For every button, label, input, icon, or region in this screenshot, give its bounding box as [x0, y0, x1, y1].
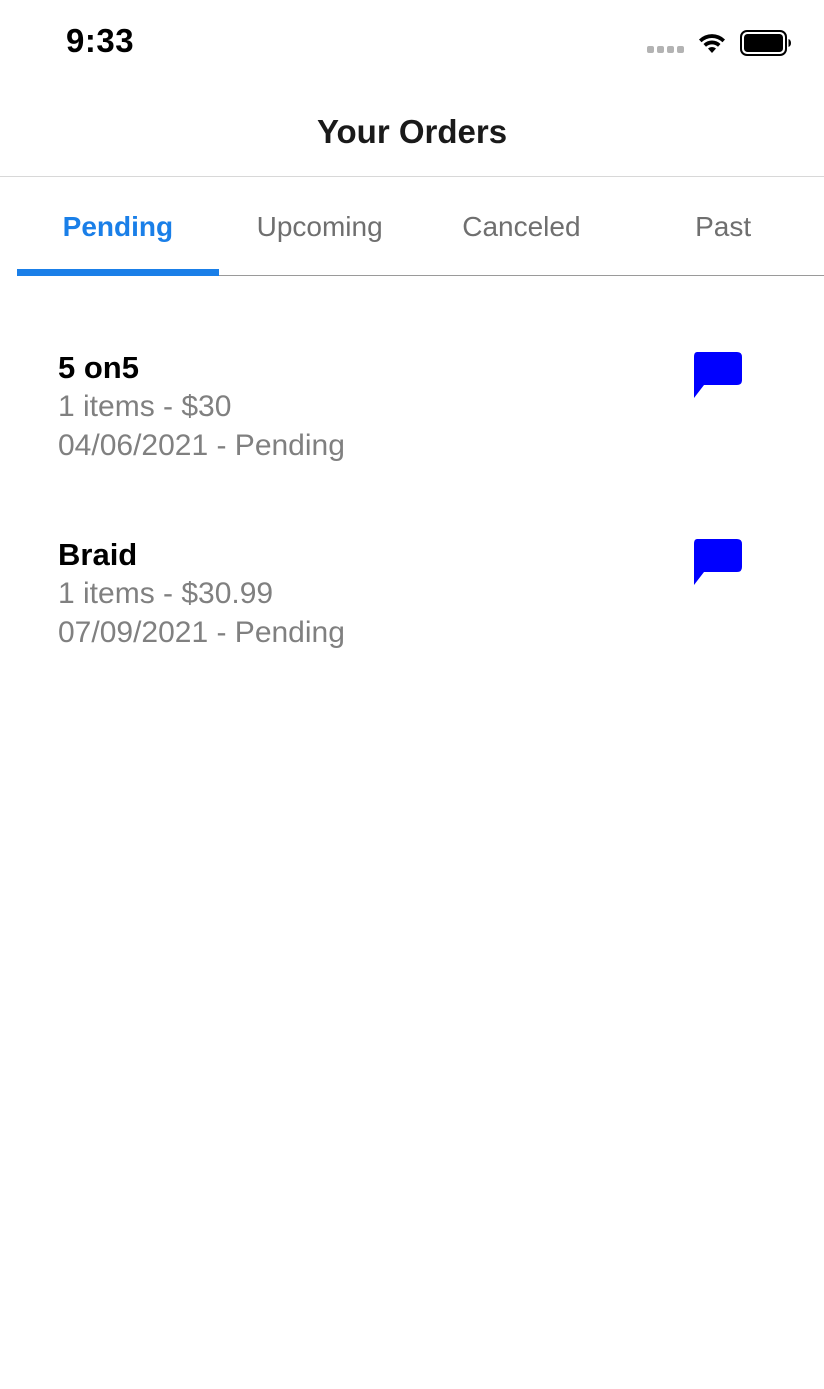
tab-past[interactable]: Past — [622, 178, 824, 275]
battery-icon — [740, 30, 792, 56]
order-name: 5 on5 — [58, 350, 139, 385]
wifi-icon — [696, 31, 728, 55]
signal-dots-icon — [647, 45, 684, 53]
status-bar: 9:33 — [0, 0, 824, 88]
chat-bubble-icon[interactable] — [692, 352, 742, 400]
tab-upcoming[interactable]: Upcoming — [219, 178, 421, 275]
order-name: Braid — [58, 537, 138, 572]
order-summary: 1 items - $30 — [58, 390, 232, 423]
tab-canceled[interactable]: Canceled — [421, 178, 623, 275]
order-date-status: 07/09/2021 - Pending — [58, 616, 345, 649]
order-item[interactable]: Braid 1 items - $30.99 07/09/2021 - Pend… — [58, 536, 758, 676]
order-date-status: 04/06/2021 - Pending — [58, 429, 345, 462]
status-icons — [647, 28, 792, 58]
chat-bubble-icon[interactable] — [692, 539, 742, 587]
order-tabs: Pending Upcoming Canceled Past — [17, 178, 824, 276]
order-summary: 1 items - $30.99 — [58, 577, 274, 610]
order-item[interactable]: 5 on5 1 items - $30 04/06/2021 - Pending — [58, 349, 758, 489]
page-title: Your Orders — [316, 113, 508, 150]
status-time: 9:33 — [66, 22, 135, 59]
nav-header: Your Orders — [0, 88, 824, 177]
tab-pending[interactable]: Pending — [17, 178, 219, 276]
